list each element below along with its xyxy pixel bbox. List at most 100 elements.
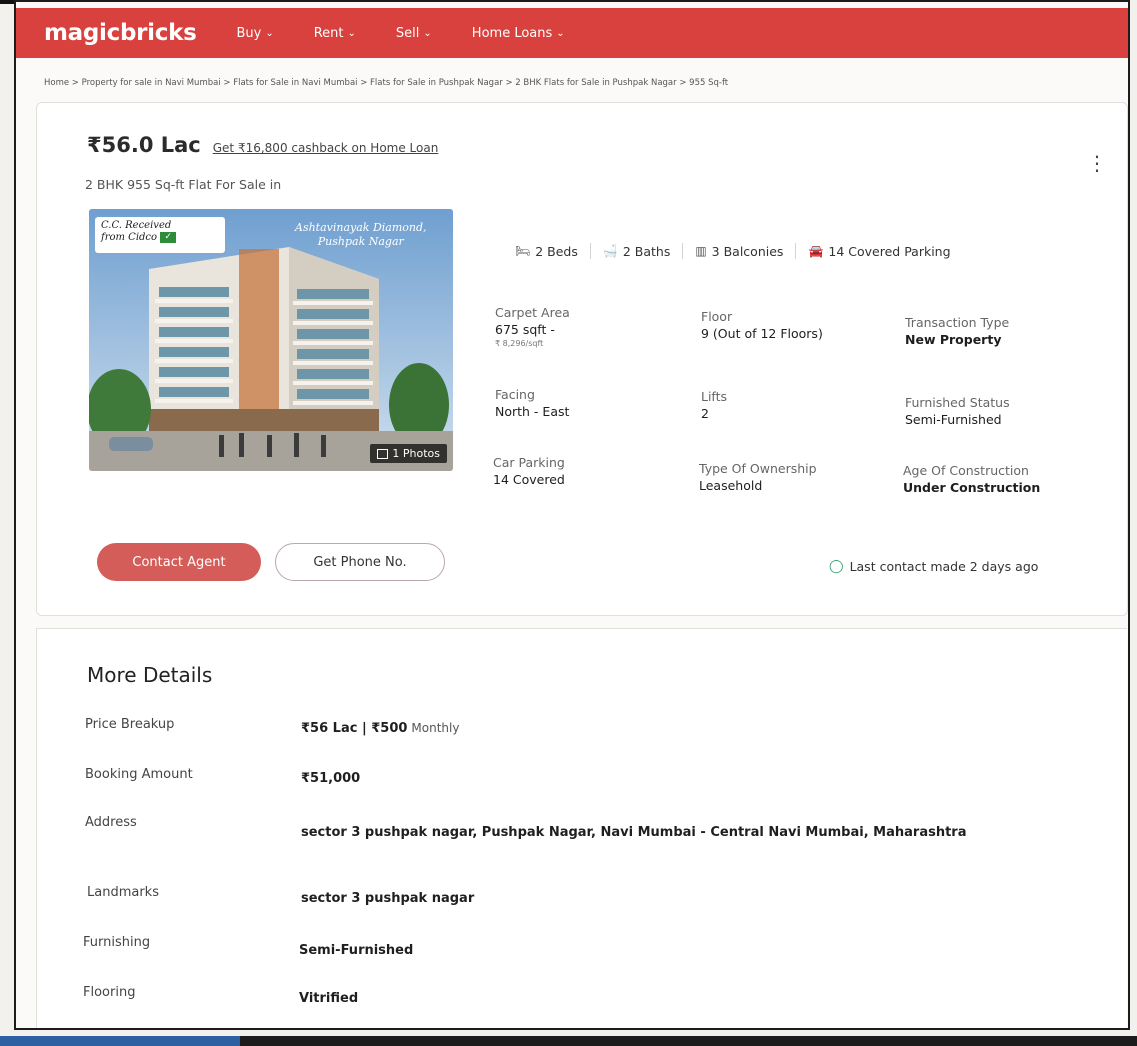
nav-home-loans-label: Home Loans	[471, 25, 553, 41]
section-title: More Details	[87, 663, 213, 687]
spec-car-parking: Car Parking 14 Covered	[493, 455, 565, 487]
nav-sell-label: Sell	[395, 25, 420, 41]
check-icon: ✓	[160, 232, 177, 243]
beds-label: 2 Beds	[535, 243, 578, 259]
more-options-icon[interactable]: ⋮	[1087, 153, 1107, 173]
nav-sell[interactable]: Sell ⌄	[396, 26, 432, 41]
ownership-value: Leasehold	[699, 478, 763, 493]
detail-value: Semi-Furnished	[299, 943, 414, 958]
chevron-down-icon: ⌄	[556, 27, 565, 39]
nav-rent-label: Rent	[313, 25, 344, 41]
detail-label: Booking Amount	[85, 767, 193, 782]
project-line-1: Ashtavinayak Diamond,	[295, 221, 427, 234]
lifts-label: Lifts	[701, 389, 728, 404]
spec-carpet-area: Carpet Area 675 sqft - ₹ 8,296/sqft	[495, 305, 570, 348]
car-parking-label: Car Parking	[493, 455, 565, 470]
spec-floor: Floor 9 (Out of 12 Floors)	[701, 309, 823, 341]
age-label: Age Of Construction	[903, 463, 1029, 478]
facing-label: Facing	[495, 387, 535, 402]
car-icon: 🚘	[808, 244, 824, 258]
age-value: Under Construction	[903, 480, 1041, 495]
detail-label: Furnishing	[83, 935, 151, 950]
chip-divider	[795, 243, 797, 259]
detail-value: sector 3 pushpak nagar	[301, 891, 475, 906]
price: ₹56.0 Lac	[87, 133, 201, 157]
detail-label: Flooring	[83, 985, 136, 1000]
breadcrumb[interactable]: Home > Property for sale in Navi Mumbai …	[44, 78, 728, 88]
price-row: ₹56.0 Lac Get ₹16,800 cashback on Home L…	[87, 133, 438, 157]
furnished-value: Semi-Furnished	[905, 412, 1002, 427]
chevron-down-icon: ⌄	[423, 27, 432, 39]
badge-line-1: C.C. Received	[101, 220, 172, 231]
listing-subtitle: 2 BHK 955 Sq-ft Flat For Sale in	[85, 177, 282, 192]
page-frame: magicbricks Buy ⌄ Rent ⌄ Sell ⌄ Home Loans ⌄…	[14, 0, 1130, 1030]
spec-transaction: Transaction Type New Property	[905, 315, 1009, 347]
contact-agent-button[interactable]: Contact Agent	[97, 543, 261, 581]
detail-value: ₹56 Lac | ₹500 Monthly	[301, 719, 1061, 739]
lifts-value: 2	[701, 406, 709, 421]
listing-card: ₹56.0 Lac Get ₹16,800 cashback on Home L…	[36, 102, 1128, 616]
nav-home-loans[interactable]: Home Loans ⌄	[472, 26, 565, 41]
last-contact-text: Last contact made 2 days ago	[849, 559, 1039, 574]
photos-count-badge[interactable]: 1 Photos	[370, 444, 447, 463]
navbar: magicbricks Buy ⌄ Rent ⌄ Sell ⌄ Home Loans ⌄	[16, 8, 1128, 58]
bottom-blue-strip	[0, 1036, 240, 1046]
facing-value: North - East	[495, 404, 570, 419]
nav-buy-label: Buy	[236, 25, 262, 41]
balcony-icon: ▥	[695, 244, 707, 258]
detail-value: Vitrified	[299, 991, 359, 1006]
detail-value: sector 3 pushpak nagar, Pushpak Nagar, N…	[301, 825, 967, 840]
chip-baths: 🛁 2 Baths	[603, 244, 670, 259]
parking-label: 14 Covered Parking	[828, 243, 951, 259]
transaction-label: Transaction Type	[905, 315, 1010, 330]
amenity-chips: 🛏 2 Beds 🛁 2 Baths ▥ 3 Balconies 🚘 14 Covere…	[515, 243, 951, 259]
car-parking-value: 14 Covered	[493, 472, 565, 487]
price-breakup-value: ₹56 Lac | ₹500	[301, 721, 408, 736]
detail-label: Address	[85, 815, 137, 830]
chip-divider	[589, 243, 591, 259]
detail-value: ₹51,000	[301, 771, 361, 786]
monthly-label: Monthly	[411, 721, 460, 735]
property-photo[interactable]: C.C. Received from Cidco ✓ Ashtavinayak …	[89, 209, 453, 471]
nav-rent[interactable]: Rent ⌄	[314, 26, 356, 41]
carpet-area-rate: ₹ 8,296/sqft	[495, 339, 544, 348]
carpet-area-value: 675 sqft -	[495, 322, 555, 337]
chip-parking: 🚘 14 Covered Parking	[808, 244, 950, 259]
baths-label: 2 Baths	[622, 243, 671, 259]
more-details-section: More Details Price Breakup ₹56 Lac | ₹50…	[36, 628, 1127, 1028]
bottom-edge-strip	[0, 1036, 1137, 1046]
bed-icon: 🛏	[515, 244, 531, 258]
furnished-label: Furnished Status	[905, 395, 1010, 410]
get-phone-button[interactable]: Get Phone No.	[275, 543, 445, 581]
project-line-2: Pushpak Nagar	[317, 235, 404, 249]
logo[interactable]: magicbricks	[44, 20, 197, 46]
chip-beds: 🛏 2 Beds	[515, 244, 578, 259]
photo-project-name: Ashtavinayak Diamond, Pushpak Nagar	[295, 221, 427, 250]
chevron-down-icon: ⌄	[347, 27, 356, 39]
balconies-label: 3 Balconies	[711, 243, 784, 259]
nav-buy[interactable]: Buy ⌄	[236, 26, 273, 41]
floor-value: 9 (Out of 12 Floors)	[701, 326, 823, 341]
spec-age: Age Of Construction Under Construction	[903, 463, 1040, 495]
person-icon: ◯	[829, 559, 844, 574]
floor-label: Floor	[701, 309, 733, 324]
bath-icon: 🛁	[602, 244, 618, 258]
detail-label: Price Breakup	[85, 717, 175, 732]
last-contact: ◯ Last contact made 2 days ago	[829, 559, 1038, 574]
transaction-value: New Property	[905, 332, 1002, 347]
cashback-link[interactable]: Get ₹16,800 cashback on Home Loan	[213, 141, 439, 155]
spec-lifts: Lifts 2	[701, 389, 727, 421]
ownership-label: Type Of Ownership	[699, 461, 817, 476]
spec-facing: Facing North - East	[495, 387, 569, 419]
chip-balconies: ▥ 3 Balconies	[695, 244, 783, 259]
spec-furnished: Furnished Status Semi-Furnished	[905, 395, 1010, 427]
spec-ownership: Type Of Ownership Leasehold	[699, 461, 817, 493]
carpet-area-label: Carpet Area	[495, 305, 570, 320]
badge-line-2: from Cidco	[101, 232, 158, 243]
cc-received-badge: C.C. Received from Cidco ✓	[95, 217, 225, 253]
photos-count-label: 1 Photos	[392, 447, 440, 460]
chip-divider	[682, 243, 684, 259]
chevron-down-icon: ⌄	[265, 27, 274, 39]
detail-label: Landmarks	[87, 885, 159, 900]
image-icon	[377, 448, 389, 459]
